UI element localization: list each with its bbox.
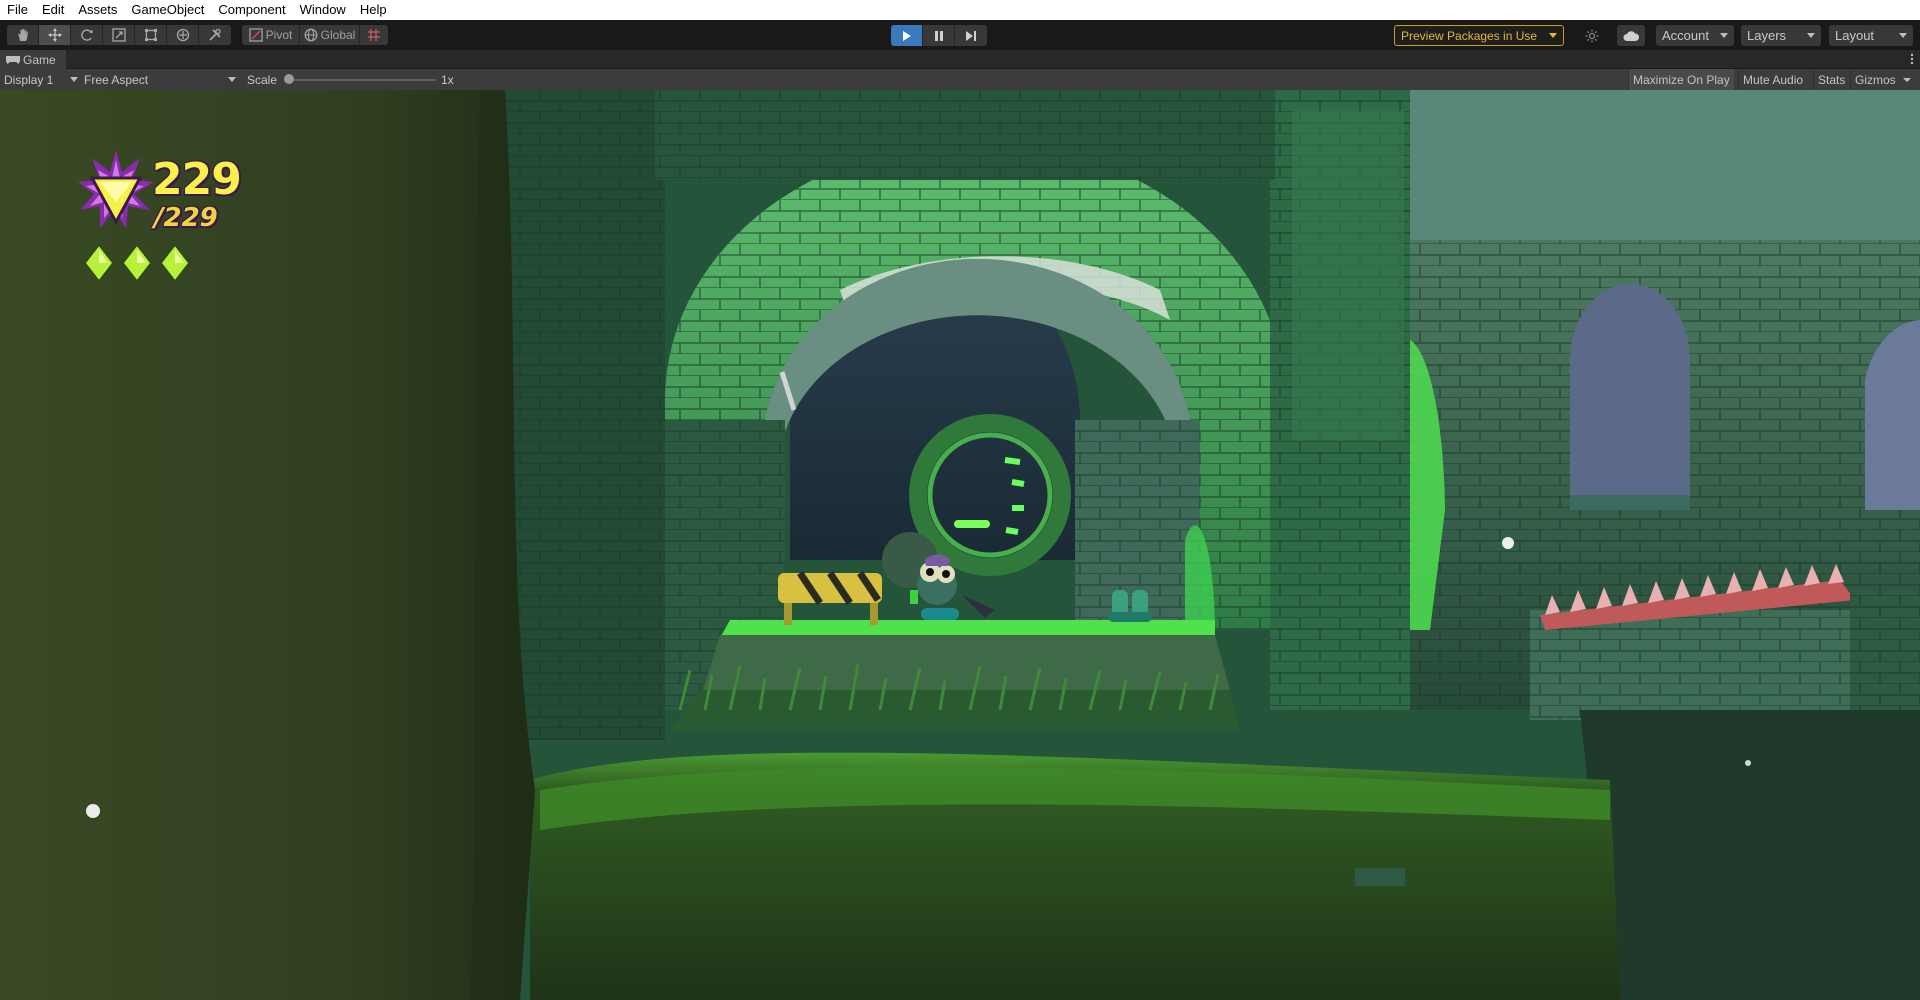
pause-icon <box>934 30 943 41</box>
global-toggle[interactable]: Global <box>300 25 360 45</box>
game-scene <box>0 90 1920 1000</box>
light-settings-button[interactable] <box>1578 25 1606 46</box>
scale-icon <box>111 28 126 42</box>
tools-icon <box>209 28 221 41</box>
chevron-down-icon <box>1902 77 1911 82</box>
scale-label: Scale <box>247 72 278 87</box>
hud-gem-counter: 229 /229 <box>78 150 258 290</box>
life-gem-icon <box>122 244 152 282</box>
maximize-on-play-toggle[interactable]: Maximize On Play <box>1628 69 1734 90</box>
layout-label: Layout <box>1835 28 1875 43</box>
gem-count: 229 <box>152 154 242 205</box>
gizmos-dropdown[interactable]: Gizmos <box>1850 69 1920 90</box>
layers-dropdown[interactable]: Layers <box>1741 25 1821 46</box>
rotate-icon <box>80 29 92 41</box>
pivot-global-group: Pivot Global <box>242 25 388 45</box>
scale-slider-thumb[interactable] <box>284 74 294 84</box>
life-gem-icon <box>84 244 114 282</box>
account-dropdown[interactable]: Account <box>1656 25 1734 46</box>
pause-button[interactable] <box>923 25 955 46</box>
more-options-icon[interactable] <box>1910 53 1914 65</box>
menu-window[interactable]: Window <box>293 0 353 20</box>
preview-packages-dropdown[interactable]: Preview Packages in Use <box>1394 25 1564 46</box>
game-viewport[interactable]: 229 /229 <box>0 90 1920 1000</box>
menu-help[interactable]: Help <box>353 0 394 20</box>
grid-snap-icon <box>368 29 380 41</box>
move-tool-button[interactable] <box>39 25 71 45</box>
move-icon <box>47 28 62 42</box>
menu-gameobject[interactable]: GameObject <box>124 0 211 20</box>
cloud-icon <box>1623 30 1639 41</box>
gem-burst-icon <box>78 150 154 228</box>
cloud-button[interactable] <box>1617 25 1645 46</box>
chevron-down-icon <box>1807 33 1815 38</box>
pivot-icon <box>249 28 263 42</box>
globe-icon <box>304 28 318 42</box>
main-toolbar: Pivot Global Preview Packages in Use Acc… <box>0 20 1920 50</box>
lives-row <box>84 244 190 282</box>
pivot-label: Pivot <box>265 28 293 42</box>
menu-edit[interactable]: Edit <box>35 0 71 20</box>
chevron-down-icon <box>228 77 236 82</box>
menu-file[interactable]: File <box>0 0 35 20</box>
gamepad-icon <box>6 55 20 64</box>
hand-icon <box>17 28 28 41</box>
rotate-tool-button[interactable] <box>71 25 103 45</box>
play-button[interactable] <box>891 25 923 46</box>
stats-toggle[interactable]: Stats <box>1813 69 1849 90</box>
transform-tools <box>7 25 231 45</box>
display-label: Display 1 <box>4 72 54 87</box>
chevron-down-icon <box>1549 33 1557 38</box>
display-dropdown[interactable]: Display 1 <box>4 69 78 90</box>
gizmos-label: Gizmos <box>1855 72 1896 87</box>
scale-tool-button[interactable] <box>103 25 135 45</box>
transform-tool-button[interactable] <box>167 25 199 45</box>
hand-tool-button[interactable] <box>7 25 39 45</box>
rect-icon <box>144 29 157 41</box>
grid-snap-button[interactable] <box>360 25 388 45</box>
transform-icon <box>176 28 189 42</box>
aspect-label: Free Aspect <box>84 72 149 87</box>
game-tab-bar: Game <box>0 50 1920 69</box>
account-label: Account <box>1662 28 1709 43</box>
play-icon <box>902 30 911 41</box>
preview-packages-label: Preview Packages in Use <box>1401 28 1538 43</box>
chevron-down-icon <box>1720 33 1728 38</box>
sun-icon <box>1585 29 1599 42</box>
life-gem-icon <box>160 244 190 282</box>
menu-assets[interactable]: Assets <box>71 0 124 20</box>
step-icon <box>966 30 976 41</box>
step-button[interactable] <box>955 25 987 46</box>
custom-tool-button[interactable] <box>199 25 231 45</box>
menu-component[interactable]: Component <box>211 0 292 20</box>
pivot-toggle[interactable]: Pivot <box>242 25 300 45</box>
game-view-toolbar: Display 1 Free Aspect Scale 1x Maximize … <box>0 69 1920 90</box>
gem-total: /229 <box>154 203 218 233</box>
aspect-dropdown[interactable]: Free Aspect <box>84 69 236 90</box>
global-label: Global <box>320 28 356 42</box>
layers-label: Layers <box>1747 28 1787 43</box>
playback-controls <box>891 25 987 46</box>
mute-audio-toggle[interactable]: Mute Audio <box>1738 69 1807 90</box>
tab-label: Game <box>23 52 56 67</box>
chevron-down-icon <box>70 77 78 82</box>
rect-tool-button[interactable] <box>135 25 167 45</box>
tab-game[interactable]: Game <box>0 50 66 69</box>
scale-slider-track[interactable] <box>288 79 436 81</box>
scale-value: 1x <box>441 72 454 87</box>
chevron-down-icon <box>1899 33 1907 38</box>
layout-dropdown[interactable]: Layout <box>1829 25 1913 46</box>
menu-bar: File Edit Assets GameObject Component Wi… <box>0 0 1920 20</box>
